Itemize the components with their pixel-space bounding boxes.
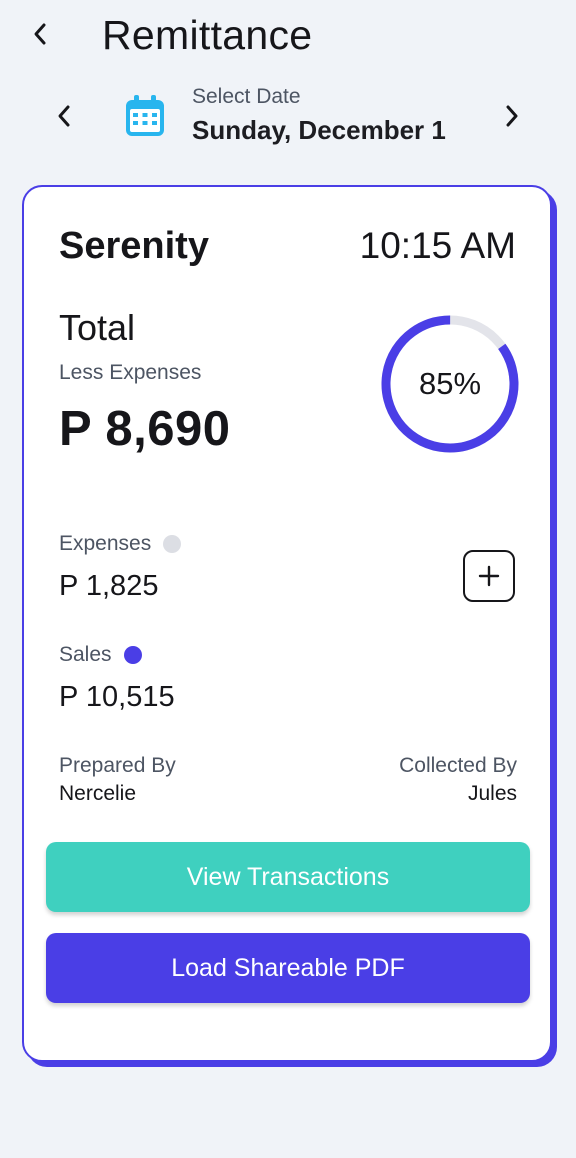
unit-name: Serenity xyxy=(59,225,209,267)
chevron-left-icon xyxy=(58,105,70,127)
chevron-right-icon xyxy=(506,105,518,127)
view-transactions-button[interactable]: View Transactions xyxy=(46,842,530,912)
total-label: Total xyxy=(59,307,136,348)
remittance-card: Serenity 10:15 AM Total Less Expenses P … xyxy=(22,185,552,1062)
total-sublabel: Less Expenses xyxy=(59,361,202,384)
plus-icon xyxy=(478,565,500,587)
back-button[interactable] xyxy=(22,14,58,54)
prepared-by-label: Prepared By xyxy=(59,754,176,777)
expenses-label-text: Expenses xyxy=(59,532,152,555)
next-date-button[interactable] xyxy=(494,96,530,136)
progress-percent: 85% xyxy=(418,366,482,401)
expenses-label: Expenses xyxy=(59,531,182,557)
remittance-time: 10:15 AM xyxy=(359,225,516,266)
selected-date[interactable]: Sunday, December 1 xyxy=(192,114,446,146)
add-expense-button[interactable] xyxy=(463,550,515,602)
expenses-value: P 1,825 xyxy=(59,570,159,602)
expenses-legend-dot xyxy=(163,535,182,553)
sales-label: Sales xyxy=(59,642,142,668)
load-shareable-pdf-button[interactable]: Load Shareable PDF xyxy=(46,933,530,1003)
sales-value: P 10,515 xyxy=(59,681,175,713)
total-value: P 8,690 xyxy=(59,402,231,456)
collected-by-name: Jules xyxy=(467,782,517,805)
prepared-by-name: Nercelie xyxy=(59,782,137,805)
page-title: Remittance xyxy=(102,12,313,58)
collected-by-label: Collected By xyxy=(399,754,517,777)
date-caption: Select Date xyxy=(192,85,301,108)
previous-date-button[interactable] xyxy=(46,96,82,136)
sales-legend-dot xyxy=(123,646,142,664)
sales-label-text: Sales xyxy=(59,643,112,666)
chevron-left-icon xyxy=(34,23,46,45)
calendar-icon[interactable] xyxy=(124,94,166,138)
